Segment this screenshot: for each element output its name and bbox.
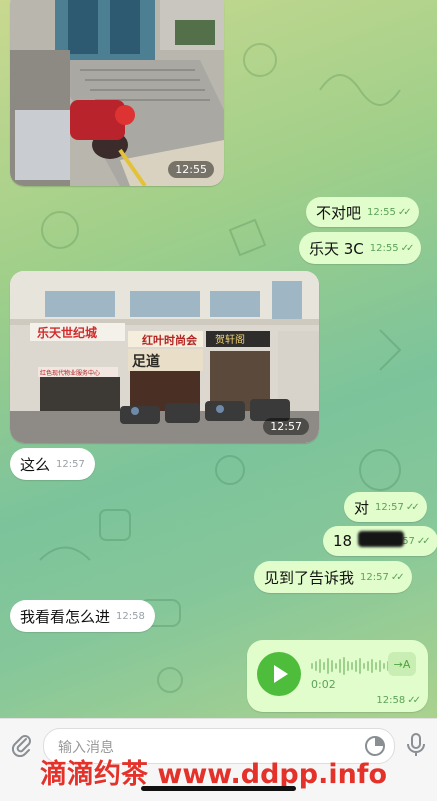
- double-check-icon: ✓✓: [397, 206, 412, 218]
- message-meta: 12:57 ✓✓: [375, 501, 420, 513]
- waveform-bar: [327, 658, 329, 674]
- waveform-bar: [367, 661, 369, 671]
- waveform-bar: [351, 662, 353, 670]
- message-time: 12:57: [56, 458, 85, 470]
- message-time: 12:55: [369, 242, 399, 254]
- redaction-mark: [358, 531, 404, 547]
- photo-message[interactable]: 乐天世纪城 红叶时尚会 贺轩阁 足道 红色现代物业服务中心 12:57: [10, 271, 319, 443]
- message-meta: 12:55 ✓✓: [367, 206, 412, 218]
- double-check-icon: ✓✓: [416, 535, 431, 547]
- waveform-bar: [363, 663, 365, 669]
- message-text: 见到了告诉我: [264, 568, 355, 587]
- double-check-icon: ✓✓: [407, 695, 421, 706]
- waveform-bar: [315, 661, 317, 671]
- waveform: [311, 656, 389, 676]
- play-icon[interactable]: [257, 652, 301, 696]
- message-meta: 12:57 ✓✓: [360, 571, 405, 583]
- waveform-bar: [355, 660, 357, 672]
- message-time: 12:58: [376, 695, 406, 706]
- message-time: 12:55: [168, 161, 214, 178]
- shop-sign: 贺轩阁: [215, 333, 245, 346]
- microphone-icon[interactable]: [404, 732, 428, 758]
- message-bubble-outgoing[interactable]: 不对吧 12:55 ✓✓: [306, 197, 419, 227]
- message-time: 12:57: [360, 571, 389, 583]
- message-text: 乐天 3C: [309, 239, 364, 258]
- home-indicator: [141, 786, 296, 791]
- shop-sign: 乐天世纪城: [37, 325, 97, 340]
- message-bubble-incoming[interactable]: 我看看怎么进 12:58: [10, 600, 155, 632]
- waveform-bar: [347, 661, 349, 671]
- photo-message[interactable]: 12:55: [10, 0, 224, 186]
- message-time: 12:57: [263, 418, 309, 435]
- voice-message-bubble[interactable]: 0:02 →A 12:58 ✓✓: [247, 640, 428, 712]
- transcribe-icon[interactable]: →A: [388, 652, 416, 676]
- shop-sign: 红色现代物业服务中心: [40, 369, 100, 377]
- waveform-bar: [331, 660, 333, 672]
- waveform-bar: [335, 663, 337, 669]
- waveform-bar: [319, 659, 321, 673]
- message-text: 我看看怎么进: [20, 607, 111, 626]
- voice-duration: 0:02: [311, 678, 336, 691]
- waveform-bar: [375, 662, 377, 670]
- photo-storefront-stairs: [10, 0, 224, 186]
- shop-sign: 红叶时尚会: [142, 333, 198, 347]
- message-bubble-incoming[interactable]: 这么 12:57: [10, 448, 95, 480]
- message-text: 18: [333, 532, 353, 550]
- message-time: 12:58: [116, 610, 145, 622]
- double-check-icon: ✓✓: [400, 242, 415, 254]
- waveform-bar: [339, 659, 341, 673]
- waveform-bar: [371, 659, 373, 673]
- message-meta: 12:57: [56, 459, 85, 470]
- message-time: 12:55: [367, 206, 396, 218]
- message-bubble-outgoing[interactable]: 乐天 3C 12:55 ✓✓: [299, 232, 422, 264]
- message-text: 对: [354, 498, 370, 517]
- double-check-icon: ✓✓: [390, 571, 405, 583]
- message-meta: 12:58 ✓✓: [376, 695, 421, 706]
- waveform-bar: [343, 657, 345, 675]
- waveform-bar: [383, 663, 385, 669]
- message-bubble-outgoing[interactable]: 见到了告诉我 12:57 ✓✓: [254, 561, 412, 593]
- attach-icon[interactable]: [10, 733, 34, 757]
- waveform-bar: [323, 662, 325, 670]
- waveform-bar: [311, 663, 313, 669]
- double-check-icon: ✓✓: [405, 501, 420, 513]
- shop-sign: 足道: [132, 353, 160, 370]
- message-bubble-outgoing[interactable]: 对 12:57 ✓✓: [344, 492, 427, 522]
- message-meta: 12:55 ✓✓: [369, 242, 415, 254]
- message-meta: 12:58: [116, 611, 145, 622]
- message-text: 这么: [20, 455, 51, 474]
- waveform-bar: [379, 660, 381, 672]
- message-text: 不对吧: [316, 203, 362, 222]
- waveform-bar: [359, 658, 361, 674]
- message-time: 12:57: [375, 501, 404, 513]
